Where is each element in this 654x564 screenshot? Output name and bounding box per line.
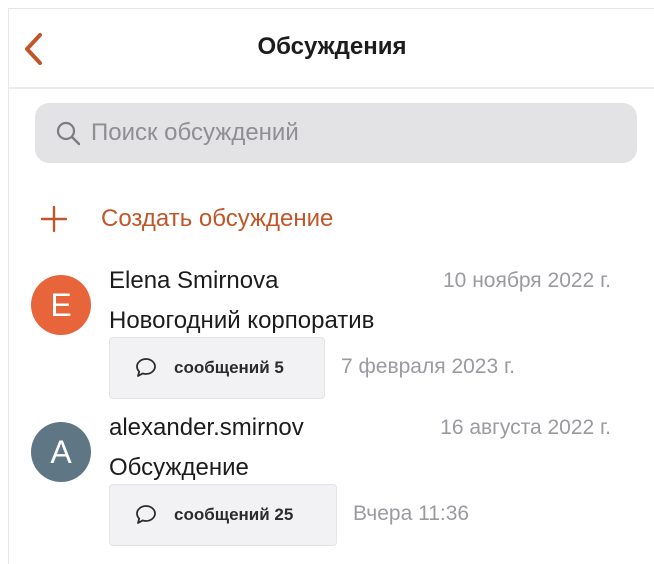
- messages-button[interactable]: сообщений 25: [109, 484, 337, 546]
- messages-count-label: сообщений 5: [174, 358, 284, 377]
- avatar: E: [31, 275, 91, 335]
- discussion-subject: Обсуждение: [109, 454, 249, 481]
- create-discussion-label: Создать обсуждение: [101, 205, 334, 232]
- chat-bubble-icon: [136, 358, 156, 377]
- created-date: 10 ноября 2022 г.: [443, 269, 611, 292]
- create-discussion-button[interactable]: Создать обсуждение: [39, 201, 333, 237]
- search-input[interactable]: [89, 118, 613, 148]
- chat-bubble-icon: [136, 505, 156, 524]
- screen: Обсуждения Создать обсуждение E Elena Sm…: [8, 8, 654, 564]
- created-date: 16 августа 2022 г.: [440, 416, 611, 439]
- discussion-subject: Новогодний корпоратив: [109, 307, 375, 334]
- search-icon: [56, 121, 81, 146]
- avatar: A: [31, 422, 91, 482]
- discussion-item[interactable]: E Elena Smirnova 10 ноября 2022 г. Новог…: [9, 259, 654, 399]
- last-message-date: 7 февраля 2023 г.: [341, 355, 515, 378]
- messages-button[interactable]: сообщений 5: [109, 337, 325, 399]
- nav-header: Обсуждения: [9, 9, 654, 89]
- author-name: Elena Smirnova: [109, 267, 279, 294]
- discussion-item[interactable]: A alexander.smirnov 16 августа 2022 г. О…: [9, 406, 654, 546]
- last-message-date: Вчера 11:36: [353, 502, 470, 525]
- plus-icon: [40, 205, 68, 233]
- page-title: Обсуждения: [257, 33, 407, 60]
- author-name: alexander.smirnov: [109, 414, 304, 441]
- messages-count-label: сообщений 25: [174, 505, 294, 524]
- search-bar[interactable]: [35, 103, 637, 163]
